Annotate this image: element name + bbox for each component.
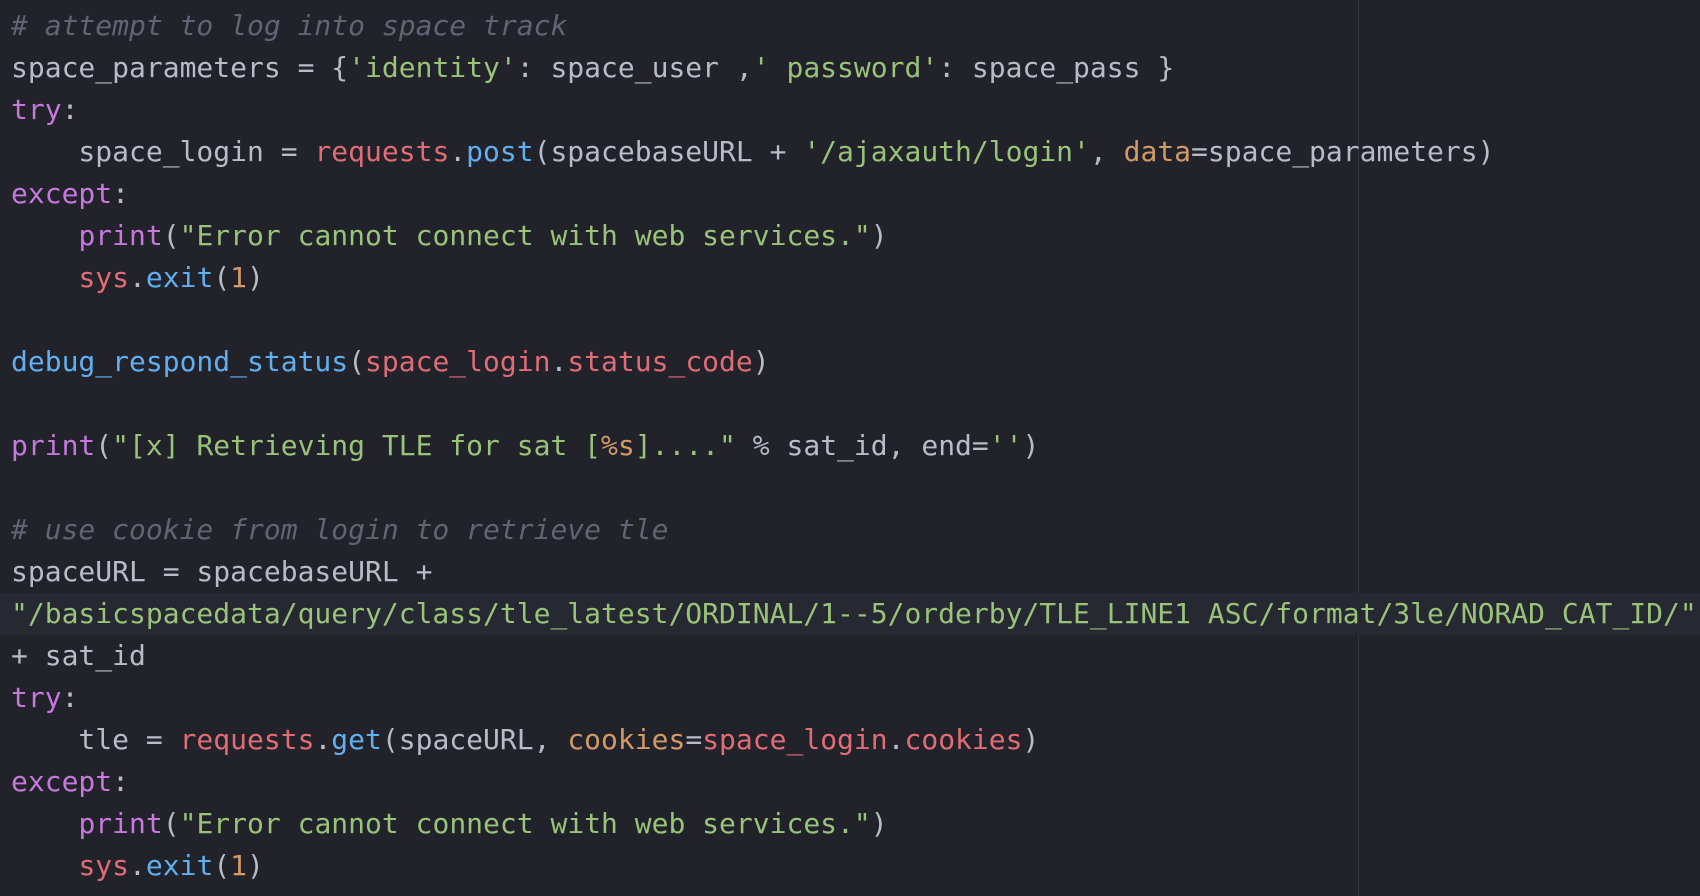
code-line[interactable]: try: bbox=[11, 89, 1700, 131]
code-area[interactable]: # attempt to log into space track space_p… bbox=[0, 5, 1700, 887]
code-token-plain: : bbox=[112, 177, 130, 210]
code-token-plain: space_parameters = { bbox=[11, 51, 349, 84]
code-line[interactable] bbox=[11, 467, 1700, 509]
code-token-keyword: except bbox=[11, 765, 113, 798]
code-token-orange: data bbox=[1123, 135, 1192, 168]
code-line[interactable]: except: bbox=[11, 173, 1700, 215]
code-token-plain: ( bbox=[213, 261, 231, 294]
code-line[interactable]: + sat_id bbox=[11, 635, 1700, 677]
code-token-string: 'identity' bbox=[348, 51, 517, 84]
code-token-string: ' password' bbox=[752, 51, 939, 84]
code-token-plain: ) bbox=[247, 261, 264, 294]
code-line[interactable]: debug_respond_status(space_login.status_… bbox=[11, 341, 1700, 383]
code-token-keyword: try bbox=[11, 681, 62, 714]
code-token-plain: ) bbox=[1022, 723, 1040, 756]
code-token-plain: = bbox=[685, 723, 703, 756]
code-token-plain: : space_user , bbox=[516, 51, 753, 84]
code-token-keyword: try bbox=[11, 93, 62, 126]
code-token-plain: ( bbox=[95, 429, 113, 462]
code-token-plain: . bbox=[314, 723, 332, 756]
code-editor[interactable]: # attempt to log into space track space_p… bbox=[0, 0, 1700, 896]
code-token-plain: tle = bbox=[11, 723, 180, 756]
code-token-keyword: except bbox=[11, 177, 113, 210]
code-token-plain: : bbox=[61, 93, 79, 126]
code-line[interactable] bbox=[11, 299, 1700, 341]
code-token-plain: % sat_id, end= bbox=[735, 429, 989, 462]
code-token-plain: . bbox=[449, 135, 467, 168]
code-token-string: '' bbox=[988, 429, 1023, 462]
code-token-plain: . bbox=[887, 723, 905, 756]
code-token-keyword: print bbox=[78, 807, 163, 840]
code-token-plain: + sat_id bbox=[11, 639, 146, 672]
code-token-red: cookies bbox=[904, 723, 1023, 756]
code-token-orange: 1 bbox=[230, 261, 248, 294]
code-token-plain: =space_parameters) bbox=[1191, 135, 1495, 168]
code-line[interactable]: "/basicspacedata/query/class/tle_latest/… bbox=[0, 593, 1700, 635]
code-line[interactable]: print("[x] Retrieving TLE for sat [%s]..… bbox=[11, 425, 1700, 467]
code-token-fn: get bbox=[331, 723, 382, 756]
code-token-string: ]...." bbox=[634, 429, 736, 462]
code-line[interactable]: sys.exit(1) bbox=[11, 257, 1700, 299]
code-token-plain: (spacebaseURL + bbox=[533, 135, 804, 168]
code-token-plain: . bbox=[129, 849, 146, 882]
code-token-orange: cookies bbox=[567, 723, 686, 756]
code-token-red: requests bbox=[314, 135, 450, 168]
code-token-string: "Error cannot connect with web services.… bbox=[179, 219, 871, 252]
code-token-plain: ( bbox=[162, 807, 180, 840]
code-token-string: "[x] Retrieving TLE for sat [ bbox=[112, 429, 602, 462]
code-token-comment: # attempt to log into space track bbox=[11, 9, 568, 42]
code-token-plain: ( bbox=[213, 849, 231, 882]
code-token-plain: ) bbox=[870, 807, 888, 840]
code-token-red: requests bbox=[179, 723, 315, 756]
code-token-fn: exit bbox=[145, 261, 214, 294]
code-token-orange: %s bbox=[601, 429, 635, 462]
code-line[interactable]: sys.exit(1) bbox=[11, 845, 1700, 887]
code-line[interactable]: tle = requests.get(spaceURL, cookies=spa… bbox=[11, 719, 1700, 761]
code-token-plain: ) bbox=[247, 849, 264, 882]
code-line[interactable]: print("Error cannot connect with web ser… bbox=[11, 803, 1700, 845]
code-line[interactable] bbox=[11, 383, 1700, 425]
code-token-plain: ( bbox=[348, 345, 366, 378]
code-token-string: "Error cannot connect with web services.… bbox=[179, 807, 871, 840]
code-token-keyword: print bbox=[78, 219, 163, 252]
code-token-red: sys bbox=[78, 261, 130, 294]
code-line[interactable]: space_login = requests.post(spacebaseURL… bbox=[11, 131, 1700, 173]
code-token-plain: ( bbox=[162, 219, 180, 252]
code-token-string: "/basicspacedata/query/class/tle_latest/… bbox=[11, 597, 1697, 630]
code-token-plain: : bbox=[61, 681, 79, 714]
code-line[interactable]: # use cookie from login to retrieve tle bbox=[11, 509, 1700, 551]
code-token-red: space_login bbox=[702, 723, 888, 756]
code-token-red: sys bbox=[78, 849, 130, 882]
code-token-red: space_login bbox=[365, 345, 551, 378]
code-line[interactable]: except: bbox=[11, 761, 1700, 803]
code-line[interactable]: print("Error cannot connect with web ser… bbox=[11, 215, 1700, 257]
code-token-fn: exit bbox=[145, 849, 214, 882]
code-token-fn: debug_respond_status bbox=[11, 345, 349, 378]
code-token-plain: , bbox=[1089, 135, 1124, 168]
code-token-plain: ) bbox=[1022, 429, 1040, 462]
code-token-red: status_code bbox=[567, 345, 753, 378]
code-token-plain: . bbox=[550, 345, 568, 378]
code-token-fn: post bbox=[466, 135, 534, 168]
code-token-string: '/ajaxauth/login' bbox=[803, 135, 1090, 168]
code-token-comment: # use cookie from login to retrieve tle bbox=[11, 513, 669, 546]
code-token-plain: : space_pass } bbox=[938, 51, 1175, 84]
code-line[interactable]: # attempt to log into space track bbox=[11, 5, 1700, 47]
code-token-plain: ) bbox=[752, 345, 770, 378]
code-token-orange: 1 bbox=[230, 849, 248, 882]
code-token-plain: spaceURL = spacebaseURL + bbox=[11, 555, 433, 588]
code-line[interactable]: spaceURL = spacebaseURL + bbox=[11, 551, 1700, 593]
code-token-plain: . bbox=[129, 261, 146, 294]
code-line[interactable]: space_parameters = {'identity': space_us… bbox=[11, 47, 1700, 89]
code-token-plain: (spaceURL, bbox=[381, 723, 568, 756]
code-token-plain: ) bbox=[870, 219, 888, 252]
code-line[interactable]: try: bbox=[11, 677, 1700, 719]
code-token-plain: : bbox=[112, 765, 130, 798]
code-token-plain: space_login = bbox=[11, 135, 315, 168]
code-token-keyword: print bbox=[11, 429, 96, 462]
